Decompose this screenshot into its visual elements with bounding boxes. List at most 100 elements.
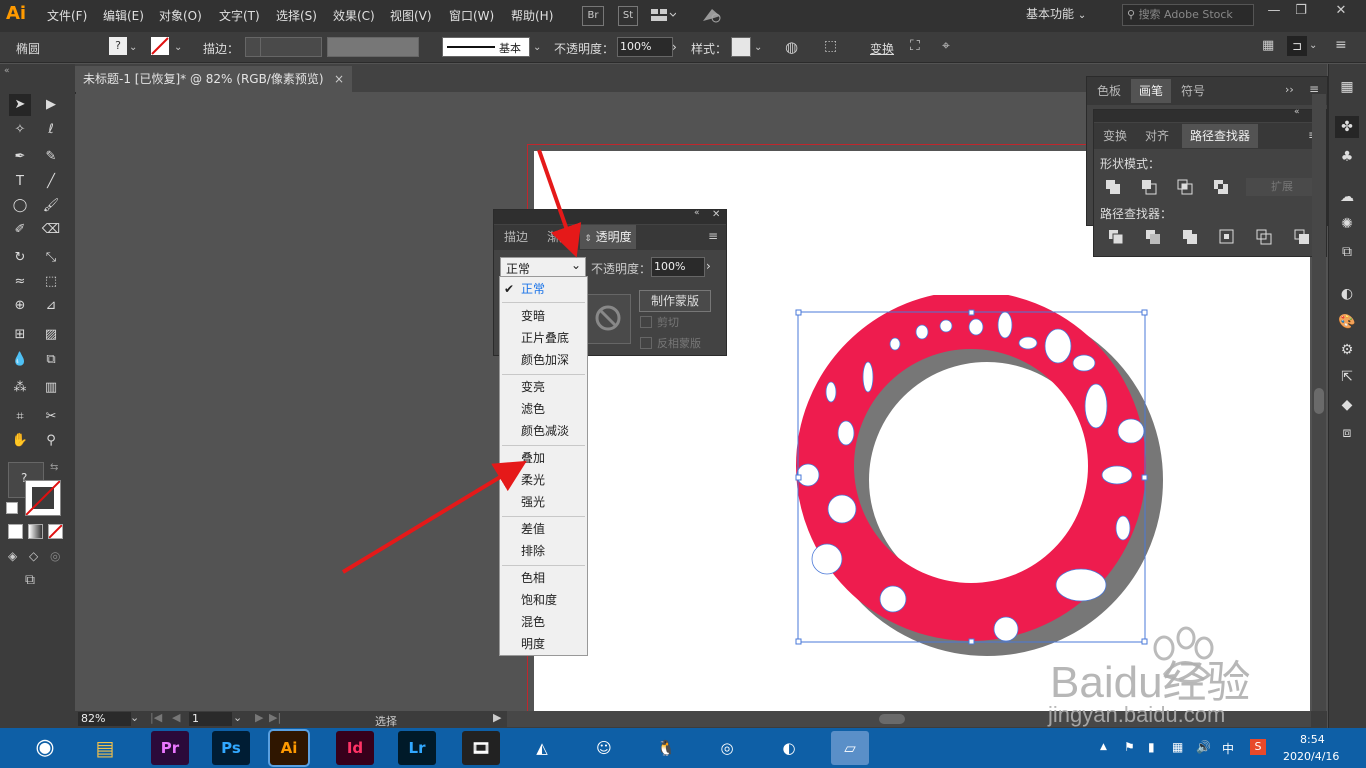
fill-dropdown-icon[interactable]: ⌄	[129, 42, 137, 53]
collapse-toolbar-icon[interactable]: «	[4, 66, 10, 76]
control-panel-menu-icon[interactable]: ⌄	[1309, 40, 1317, 51]
pathfinder-titlebar[interactable]: « ✕	[1094, 107, 1326, 122]
opacity-expand-icon[interactable]: ›	[672, 40, 677, 54]
vertical-scroll-thumb[interactable]	[1314, 388, 1324, 414]
transform-link[interactable]: 变换	[870, 40, 894, 57]
arrange-icon[interactable]: ▦	[1262, 38, 1274, 53]
divide-icon[interactable]	[1108, 229, 1124, 245]
type-tool-icon[interactable]: T	[9, 171, 31, 193]
zoom-tool-icon[interactable]: ⚲	[40, 430, 62, 452]
taskbar-colorful-app-icon[interactable]: ◭	[523, 731, 561, 765]
fill-swatch[interactable]: ?	[109, 37, 127, 55]
arrange-documents-icon[interactable]	[650, 8, 677, 22]
taskbar-chrome-icon[interactable]: ◎	[708, 731, 746, 765]
menu-select[interactable]: 选择(S)	[276, 7, 317, 24]
taskbar-photoshop[interactable]: Ps	[212, 731, 250, 765]
minus-front-icon[interactable]	[1141, 179, 1157, 195]
free-transform-tool-icon[interactable]: ⬚	[40, 271, 62, 293]
tab-gradient[interactable]: 渐变	[539, 225, 579, 249]
stock-search-input[interactable]: ⚲ 搜索 Adobe Stock	[1122, 4, 1254, 26]
document-tab[interactable]: 未标题-1 [已恢复]* @ 82% (RGB/像素预览) ×	[75, 66, 352, 92]
crop-icon[interactable]	[1219, 229, 1235, 245]
exclude-icon[interactable]	[1213, 179, 1229, 195]
close-window-button[interactable]: ✕	[1330, 3, 1352, 21]
taskbar-video-app-icon[interactable]: 🎞	[462, 731, 500, 765]
swatches-panel-icon[interactable]: ▦	[1335, 76, 1359, 98]
first-artboard-icon[interactable]: |◀	[150, 711, 162, 724]
blend-option-normal[interactable]: ✔ 正常	[500, 278, 587, 300]
gradient-tool-icon[interactable]: ▨	[40, 324, 62, 346]
gradient-panel-icon[interactable]: ◐	[1335, 283, 1359, 305]
stroke-weight-stepper[interactable]	[245, 37, 261, 57]
blend-tool-icon[interactable]: ⧉	[40, 349, 62, 371]
zoom-dropdown-icon[interactable]: ⌄	[130, 711, 139, 724]
blend-option-overlay[interactable]: 叠加	[500, 447, 587, 469]
tray-battery-icon[interactable]: ▮	[1148, 740, 1155, 754]
menu-file[interactable]: 文件(F)	[47, 7, 87, 24]
line-tool-icon[interactable]: ╱	[40, 171, 62, 193]
workspace-switcher[interactable]: 基本功能 ⌄	[1026, 3, 1104, 25]
blend-option-hard-light[interactable]: 强光	[500, 491, 587, 513]
style-dropdown-icon[interactable]: ⌄	[754, 42, 762, 53]
start-button-icon[interactable]: ◉	[26, 731, 64, 765]
default-colors-icon[interactable]	[6, 502, 18, 514]
blend-option-soft-light[interactable]: 柔光	[500, 469, 587, 491]
none-mode-icon[interactable]	[48, 524, 63, 539]
blend-option-luminosity[interactable]: 明度	[500, 633, 587, 655]
artboard-dropdown-icon[interactable]: ⌄	[233, 711, 242, 724]
tab-stroke[interactable]: 描边	[496, 225, 536, 249]
variable-width-profile[interactable]	[327, 37, 419, 57]
scale-tool-icon[interactable]: ⤡	[40, 247, 62, 269]
isolate-group-icon[interactable]: ⛶	[910, 38, 920, 54]
stroke-weight-field[interactable]	[260, 37, 322, 57]
panel-opacity-field[interactable]: 100%	[651, 257, 705, 277]
invert-mask-checkbox[interactable]	[640, 337, 652, 349]
stroke-dropdown-icon[interactable]: ⌄	[174, 42, 182, 53]
tab-pathfinder[interactable]: 路径查找器	[1182, 124, 1258, 148]
screen-mode-icon[interactable]: ⧉	[25, 572, 35, 588]
make-mask-button[interactable]: 制作蒙版	[639, 290, 711, 312]
last-artboard-icon[interactable]: ▶|	[269, 711, 281, 724]
stock-button[interactable]: St	[618, 6, 638, 26]
ime-indicator[interactable]: 中	[1222, 740, 1234, 757]
select-similar-icon[interactable]: ⌖	[942, 38, 950, 54]
ring-artwork[interactable]	[780, 295, 1180, 675]
trim-icon[interactable]	[1145, 229, 1161, 245]
links-panel-icon[interactable]: ⚙	[1335, 339, 1359, 361]
next-artboard-icon[interactable]: ▶	[255, 711, 263, 724]
artboard-number-field[interactable]: 1	[189, 712, 232, 726]
blend-option-multiply[interactable]: 正片叠底	[500, 327, 587, 349]
tray-expand-icon[interactable]: ▲	[1100, 742, 1107, 752]
tab-align[interactable]: 对齐	[1138, 124, 1176, 148]
menu-object[interactable]: 对象(O)	[159, 7, 202, 24]
taskbar-browser-icon[interactable]: ◐	[770, 731, 808, 765]
tab-symbols[interactable]: 符号	[1173, 79, 1213, 103]
tab-transform[interactable]: 变换	[1096, 124, 1134, 148]
brush-definition-dropdown[interactable]: 基本	[442, 37, 530, 57]
sogou-ime-icon[interactable]: S	[1250, 739, 1266, 755]
gpu-performance-icon[interactable]	[700, 6, 724, 24]
paintbrush-tool-icon[interactable]: 🖌	[40, 195, 62, 217]
eyedropper-tool-icon[interactable]: 💧	[9, 349, 31, 371]
menu-type[interactable]: 文字(T)	[219, 7, 260, 24]
tray-volume-icon[interactable]: 🔊	[1196, 740, 1211, 754]
tab-transparency[interactable]: ⇕ 透明度	[580, 225, 636, 249]
tab-brushes[interactable]: 画笔	[1131, 79, 1171, 103]
align-icon[interactable]: ⬚	[824, 38, 837, 54]
panel-menu-icon[interactable]: ≡	[708, 229, 718, 243]
artboard-tool-icon[interactable]: ⌗	[9, 406, 31, 428]
zoom-level-field[interactable]: 82%	[78, 712, 131, 726]
ellipse-tool-icon[interactable]: ◯	[9, 195, 31, 217]
symbol-sprayer-tool-icon[interactable]: ⁂	[9, 377, 31, 399]
blend-option-exclusion[interactable]: 排除	[500, 540, 587, 562]
layers-panel-icon[interactable]: ◆	[1335, 394, 1359, 416]
status-menu-icon[interactable]: ▶	[493, 711, 501, 724]
curvature-tool-icon[interactable]: ✎	[40, 146, 62, 168]
graphic-style-swatch[interactable]	[731, 37, 751, 57]
brush-dropdown-icon[interactable]: ⌄	[533, 42, 541, 53]
magic-wand-tool-icon[interactable]: ✧	[9, 119, 31, 141]
stroke-color-box[interactable]	[25, 480, 61, 516]
eraser-tool-icon[interactable]: ⌫	[40, 219, 62, 241]
minimize-button[interactable]: —	[1263, 3, 1285, 21]
taskbar-chat-app-icon[interactable]: ☺	[585, 731, 623, 765]
